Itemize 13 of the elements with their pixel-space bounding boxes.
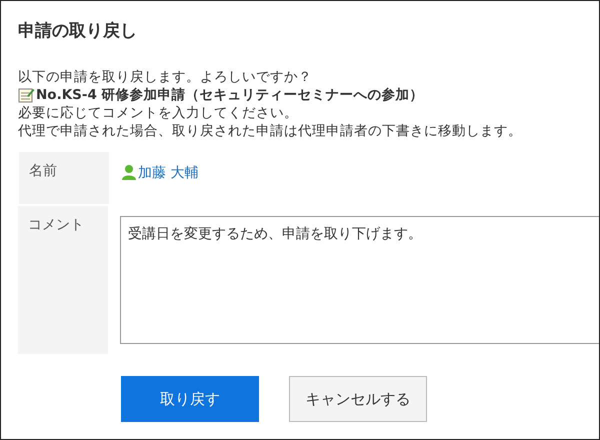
request-title: No.KS-4 研修参加申請（セキュリティーセミナーへの参加） (36, 86, 424, 104)
dialog-title: 申請の取り戻し (18, 20, 138, 43)
comment-field[interactable]: 受講日を変更するため、申請を取り下げます。 (120, 216, 599, 344)
instruction-text: 必要に応じてコメントを入力してください。 (18, 104, 299, 122)
withdraw-button[interactable]: 取り戻す (121, 376, 259, 422)
user-icon (121, 164, 137, 180)
note-text: 代理で申請された場合、取り戻された申請は代理申請者の下書きに移動します。 (18, 122, 523, 140)
document-icon (18, 87, 35, 103)
field-label: コメント (18, 206, 108, 354)
cancel-button[interactable]: キャンセルする (289, 376, 427, 422)
user-link[interactable]: 加藤 大輔 (138, 164, 198, 182)
question-text: 以下の申請を取り戻します。よろしいですか？ (18, 68, 313, 86)
field-label: 名前 (19, 152, 109, 204)
